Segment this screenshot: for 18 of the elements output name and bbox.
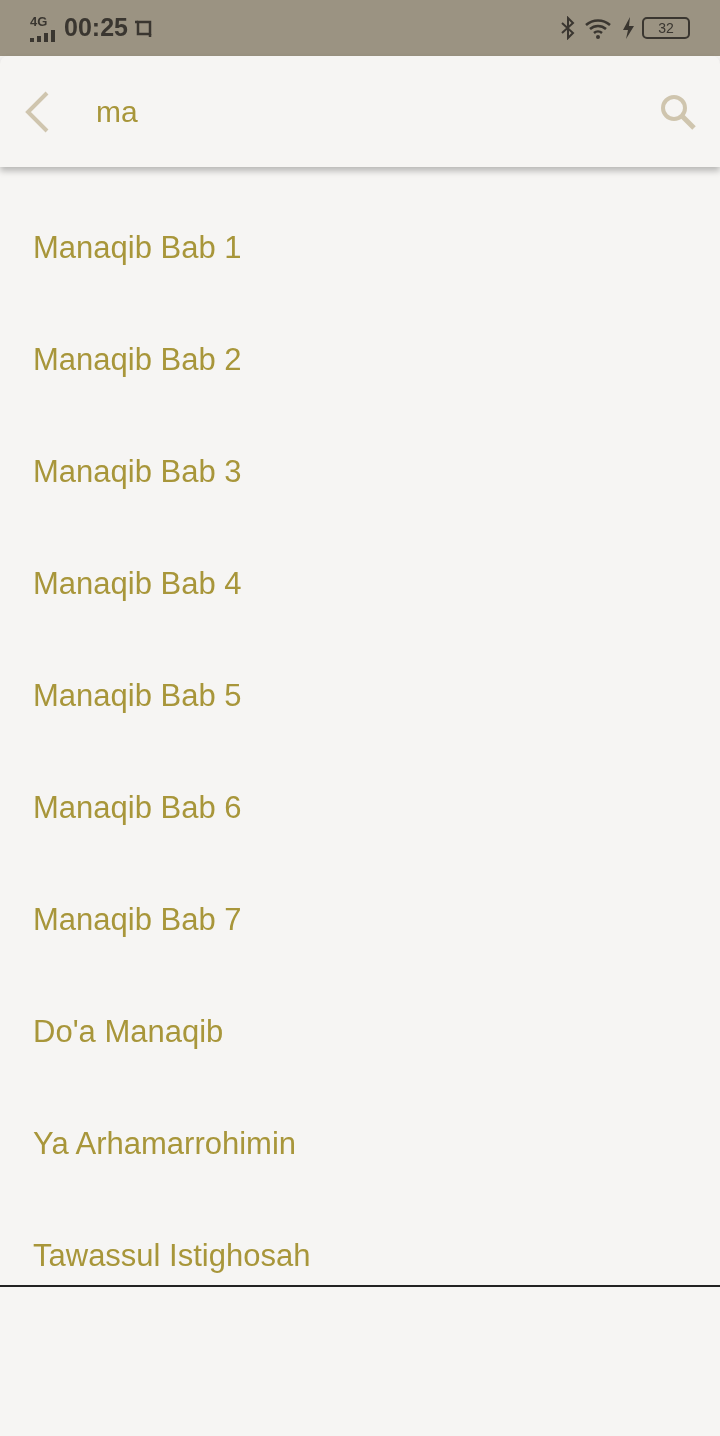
result-item[interactable]: Do'a Manaqib — [0, 976, 720, 1088]
result-item[interactable]: Manaqib Bab 2 — [0, 304, 720, 416]
result-item[interactable]: Manaqib Bab 6 — [0, 752, 720, 864]
result-item[interactable]: Manaqib Bab 7 — [0, 864, 720, 976]
result-item[interactable]: Manaqib Bab 3 — [0, 416, 720, 528]
clock: 00:25 — [64, 12, 128, 44]
result-item[interactable]: Manaqib Bab 4 — [0, 528, 720, 640]
battery-level: 32 — [658, 21, 674, 35]
signal-icon — [30, 27, 55, 42]
result-item[interactable]: Ya Arhamarrohimin — [0, 1088, 720, 1200]
bluetooth-icon — [560, 16, 576, 40]
screenshot-icon — [133, 18, 154, 38]
search-field[interactable]: ma — [96, 89, 658, 134]
result-item[interactable]: Manaqib Bab 5 — [0, 640, 720, 752]
result-item[interactable]: Tawassul Istighosah — [0, 1200, 720, 1285]
result-item[interactable]: Manaqib Bab 1 — [0, 192, 720, 304]
charging-icon — [622, 17, 634, 39]
network-type: 4G — [30, 14, 48, 28]
